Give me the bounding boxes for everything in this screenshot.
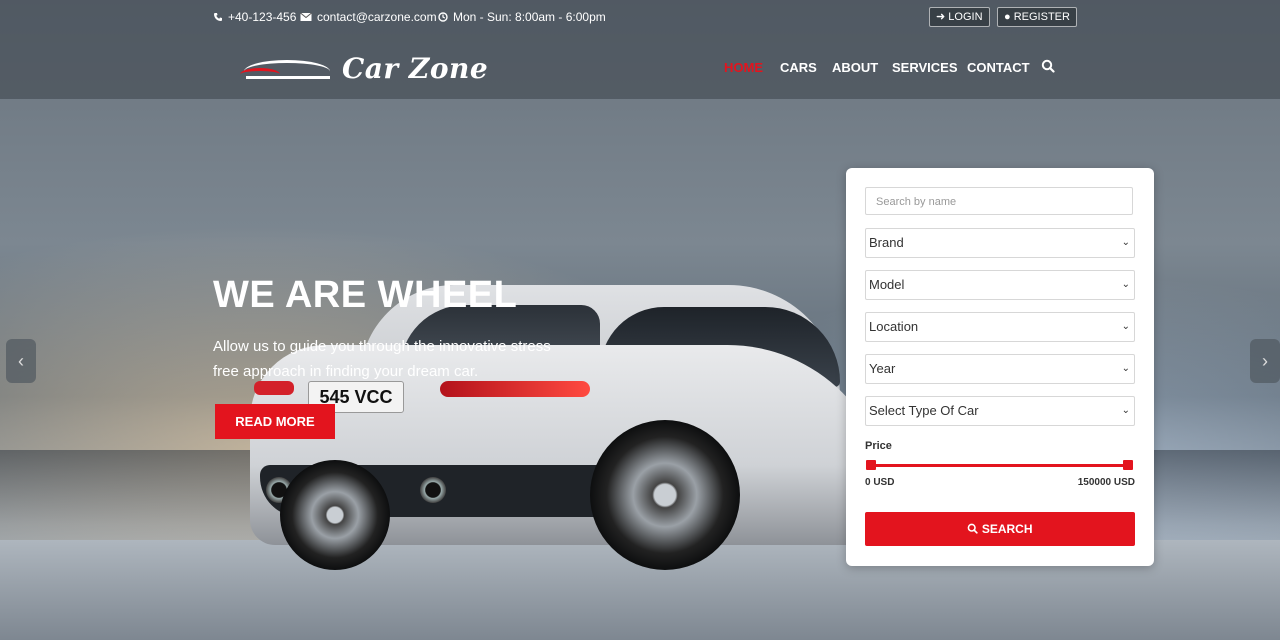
car-logo-icon — [240, 54, 334, 82]
register-button[interactable]: ● REGISTER — [997, 7, 1077, 27]
main-navbar — [0, 34, 1280, 99]
chevron-right-icon: › — [1262, 351, 1268, 371]
slider-prev-button[interactable]: ‹ — [6, 339, 36, 383]
search-icon[interactable] — [1041, 59, 1055, 73]
phone-icon — [214, 13, 222, 21]
year-select-value: Year — [869, 361, 896, 376]
nav-home[interactable]: HOME — [724, 60, 763, 75]
price-max-handle[interactable] — [1123, 460, 1133, 470]
model-select-value: Model — [869, 277, 905, 292]
user-icon: ● — [1004, 11, 1011, 23]
chevron-down-icon: ⌄ — [1121, 279, 1130, 290]
read-more-button[interactable]: READ MORE — [215, 404, 335, 439]
price-range-track[interactable] — [868, 464, 1130, 467]
search-button[interactable]: SEARCH — [865, 512, 1135, 546]
car-search-panel: Search by name Brand ⌄ Model ⌄ Location … — [846, 168, 1154, 566]
nav-cars[interactable]: CARS — [780, 60, 817, 75]
car-type-select-value: Select Type Of Car — [869, 403, 979, 418]
email-text: contact@carzone.com — [317, 10, 437, 24]
slider-next-button[interactable]: › — [1250, 339, 1280, 383]
topbar-hours: Mon - Sun: 8:00am - 6:00pm — [438, 10, 606, 24]
model-select[interactable]: Model ⌄ — [865, 270, 1135, 300]
location-select[interactable]: Location ⌄ — [865, 312, 1135, 342]
nav-contact[interactable]: CONTACT — [967, 60, 1030, 75]
location-select-value: Location — [869, 319, 919, 334]
login-label: LOGIN — [948, 11, 983, 23]
sign-in-icon: ➜ — [936, 11, 946, 23]
chevron-down-icon: ⌄ — [1121, 237, 1130, 248]
chevron-left-icon: ‹ — [18, 351, 24, 371]
car-type-select[interactable]: Select Type Of Car ⌄ — [865, 396, 1135, 426]
nav-about[interactable]: ABOUT — [832, 60, 878, 75]
envelope-icon — [300, 12, 312, 21]
chevron-down-icon: ⌄ — [1121, 321, 1130, 332]
hours-text: Mon - Sun: 8:00am - 6:00pm — [453, 10, 606, 24]
phone-text: +40-123-456 — [228, 10, 297, 24]
brand-select[interactable]: Brand ⌄ — [865, 228, 1135, 258]
year-select[interactable]: Year ⌄ — [865, 354, 1135, 384]
login-button[interactable]: ➜ LOGIN — [929, 7, 990, 27]
brand-select-value: Brand — [869, 235, 904, 250]
brand-name: Car Zone — [342, 51, 489, 85]
register-label: REGISTER — [1013, 11, 1070, 23]
price-label: Price — [865, 440, 892, 452]
search-button-label: SEARCH — [981, 522, 1033, 536]
price-min-handle[interactable] — [866, 460, 876, 470]
price-min-value: 0 USD — [865, 477, 895, 488]
chevron-down-icon: ⌄ — [1121, 363, 1130, 374]
clock-icon — [438, 12, 448, 22]
hero-title: WE ARE WHEEL — [213, 274, 518, 316]
nav-services[interactable]: SERVICES — [892, 60, 958, 75]
hero-subtitle: Allow us to guide you through the innova… — [213, 338, 551, 380]
brand-logo[interactable]: Car Zone — [240, 50, 488, 86]
search-icon — [968, 523, 979, 534]
topbar-email: contact@carzone.com — [300, 10, 437, 24]
hero-car-image: 545 VCC — [250, 285, 890, 575]
topbar-phone: +40-123-456 — [213, 10, 296, 24]
price-max-value: 150000 USD — [1077, 477, 1135, 488]
search-by-name-input[interactable]: Search by name — [865, 187, 1133, 215]
chevron-down-icon: ⌄ — [1121, 405, 1130, 416]
top-info-bar — [0, 0, 1280, 34]
